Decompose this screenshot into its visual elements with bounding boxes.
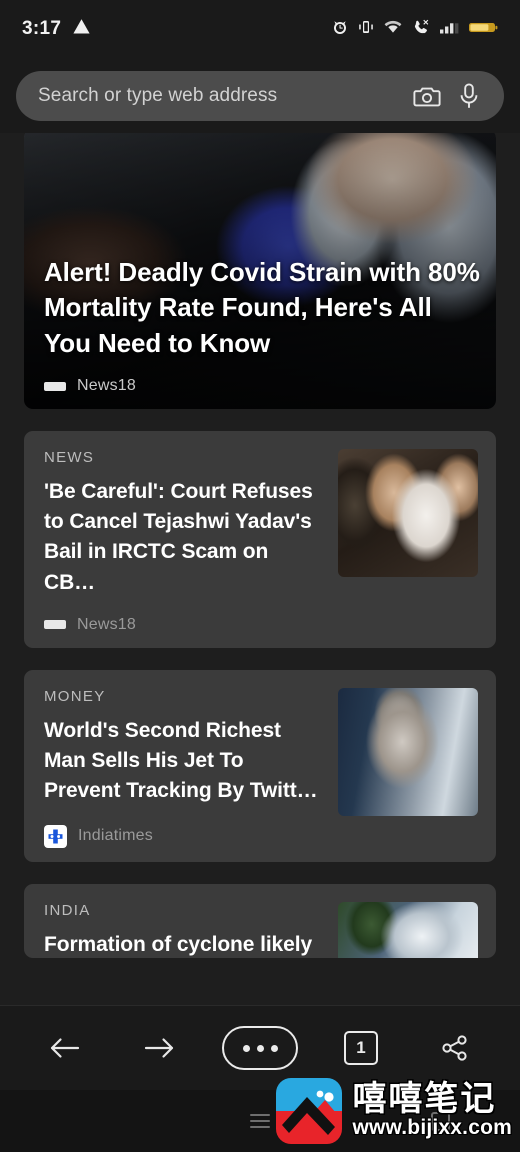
menu-dot-icon [270,1044,278,1052]
back-button[interactable] [34,1020,96,1076]
card-category: MONEY [44,687,106,705]
card-category: NEWS [44,449,95,466]
camera-icon[interactable] [412,81,442,111]
status-bar-left: 3:17 [22,17,91,41]
card-source: Indiatimes [44,807,324,848]
recents-icon [250,1114,270,1128]
news-card[interactable]: INDIA Formation of cyclone likely [24,883,496,958]
card-thumbnail [338,687,478,816]
omnibox-bar: Search or type web address [0,58,520,133]
status-bar-right [331,18,498,41]
hero-source: News18 [44,377,480,395]
card-thumbnail [338,901,478,958]
alarm-clock-icon [331,18,349,41]
card-source-name: News18 [77,615,137,633]
card-category: INDIA [44,901,91,919]
tab-count-badge[interactable]: 1 [344,1031,378,1065]
hero-card-body: Alert! Deadly Covid Strain with 80% Mort… [44,255,480,395]
warning-triangle-icon [72,17,91,41]
forward-button[interactable] [128,1020,190,1076]
watermark-url: www.bijixx.com [352,1116,512,1140]
watermark-brand: 嘻嘻笔记 [352,1079,497,1120]
vibrate-icon [358,18,374,41]
news-card[interactable]: MONEY World's Second Richest Man Sells H… [24,669,496,862]
news18-logo-icon [44,381,66,391]
status-bar-clock: 3:17 [22,18,62,39]
card-source: News18 [44,598,324,634]
card-headline[interactable]: 'Be Careful': Court Refuses to Cancel Te… [44,477,324,598]
hero-headline[interactable]: Alert! Deadly Covid Strain with 80% Mort… [44,255,480,361]
status-bar: 3:17 [0,0,520,58]
news18-logo-icon [44,620,66,630]
watermark: 嘻嘻笔记 www.bijixx.com [276,1072,512,1150]
indiatimes-logo-icon [44,824,67,848]
menu-dot-icon [242,1044,250,1052]
news-card[interactable]: NEWS 'Be Careful': Court Refuses to Canc… [24,431,496,648]
phone-screen: 3:17 Search or type web address Alert! D… [0,0,520,1152]
watermark-logo-icon [276,1078,343,1144]
tab-switcher-button[interactable]: 1 [330,1020,392,1076]
news-card-hero[interactable]: Alert! Deadly Covid Strain with 80% Mort… [24,133,496,409]
microphone-icon[interactable] [454,81,484,111]
battery-icon [468,18,498,41]
card-thumbnail [338,449,478,577]
call-icon [412,18,430,41]
address-bar[interactable]: Search or type web address [16,70,504,121]
card-source-name: Indiatimes [78,827,153,845]
share-button[interactable] [424,1020,486,1076]
card-headline[interactable]: World's Second Richest Man Sells His Jet… [44,716,324,807]
card-headline[interactable]: Formation of cyclone likely [44,930,324,958]
menu-dot-icon [256,1044,264,1052]
signal-bars-icon [439,18,459,41]
search-input[interactable]: Search or type web address [38,85,400,107]
menu-button[interactable] [222,1026,298,1070]
news-feed[interactable]: Alert! Deadly Covid Strain with 80% Mort… [0,133,520,1005]
wifi-icon [383,18,403,41]
hero-source-name: News18 [77,377,137,394]
watermark-text: 嘻嘻笔记 www.bijixx.com [352,1082,512,1139]
